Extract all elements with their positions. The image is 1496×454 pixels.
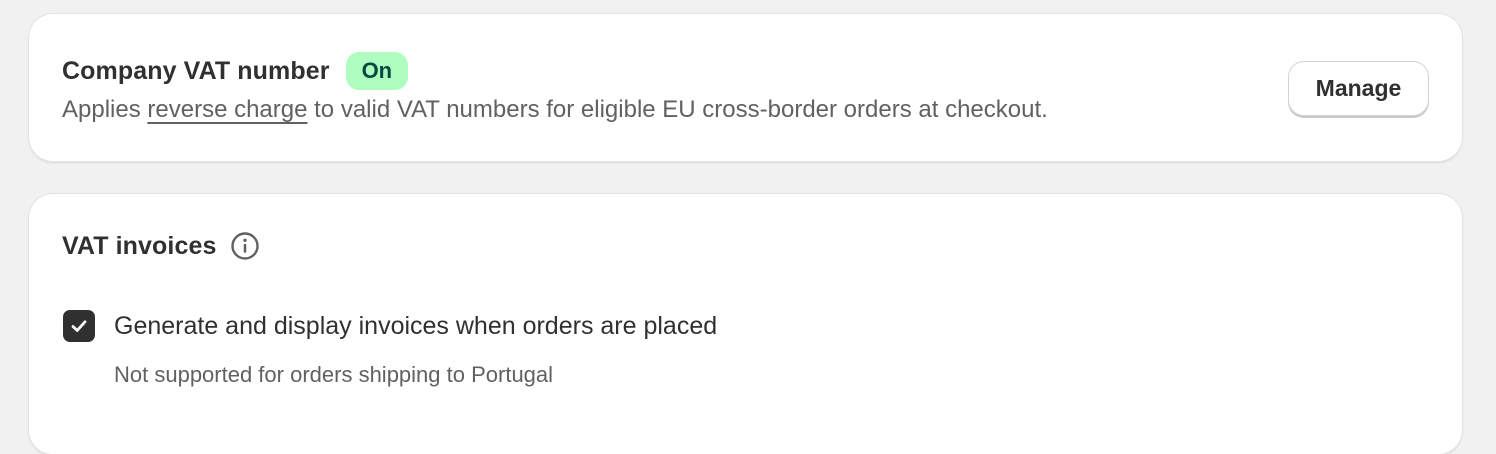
vat-invoices-title: VAT invoices <box>62 231 217 260</box>
description-prefix: Applies <box>62 96 148 123</box>
status-badge: On <box>345 52 409 90</box>
vat-number-title: Company VAT number <box>62 56 330 85</box>
vat-invoices-header: VAT invoices <box>62 231 260 261</box>
reverse-charge-link[interactable]: reverse charge <box>147 96 307 123</box>
generate-invoices-help-text: Not supported for orders shipping to Por… <box>114 362 554 387</box>
checkmark-icon <box>71 320 87 332</box>
manage-button[interactable]: Manage <box>1288 61 1429 116</box>
vat-invoices-card: VAT invoices Generate and display invoic… <box>29 194 1462 454</box>
generate-invoices-checkbox[interactable] <box>63 310 95 342</box>
generate-invoices-label: Generate and display invoices when order… <box>114 311 718 340</box>
vat-number-header: Company VAT number On <box>62 52 409 90</box>
description-suffix: to valid VAT numbers for eligible EU cro… <box>307 96 1048 123</box>
vat-number-description: Applies reverse charge to valid VAT numb… <box>62 96 1048 124</box>
company-vat-number-card: Company VAT number On Applies reverse ch… <box>29 14 1462 161</box>
generate-invoices-option[interactable]: Generate and display invoices when order… <box>63 310 717 342</box>
info-icon[interactable] <box>230 231 260 261</box>
